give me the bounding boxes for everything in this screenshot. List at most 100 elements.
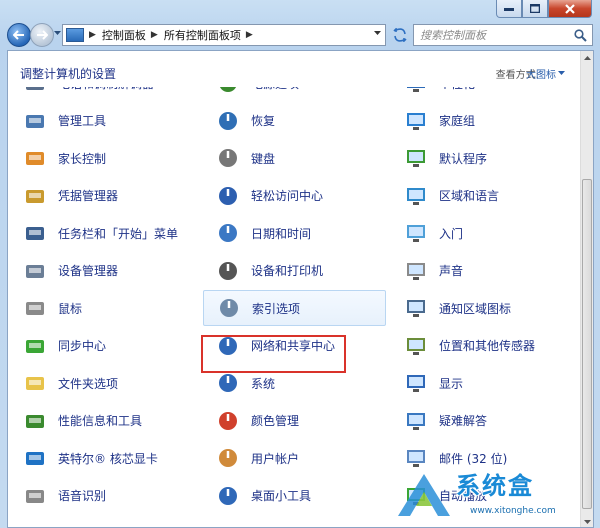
search-icon[interactable]	[574, 29, 587, 42]
control-panel-item-label: 桌面小工具	[251, 489, 312, 503]
control-panel-item[interactable]: 设备和打印机	[203, 253, 386, 289]
control-panel-item-label: 英特尔® 核芯显卡	[58, 451, 158, 466]
control-panel-item[interactable]: 声音	[391, 253, 574, 289]
control-panel-item-label: 系统	[251, 376, 276, 391]
control-panel-item[interactable]: 鼠标	[10, 290, 193, 326]
highlight-box	[201, 335, 346, 373]
control-panel-item-label: 声音	[439, 264, 464, 278]
control-panel-item[interactable]: 通知区域图标	[391, 290, 574, 326]
mouse-icon	[23, 296, 47, 320]
minimize-button[interactable]	[496, 0, 522, 18]
phone-modem-icon	[23, 87, 47, 95]
keyboard-icon	[216, 146, 240, 170]
sound-icon	[404, 259, 428, 283]
desktop-gadgets-icon	[216, 484, 240, 508]
control-panel-item[interactable]: 日期和时间	[203, 215, 386, 251]
minimize-icon	[504, 7, 514, 11]
date-time-icon	[216, 221, 240, 245]
arrow-right-icon	[37, 30, 48, 40]
control-panel-item[interactable]: 疑难解答	[391, 403, 574, 439]
devices-printers-icon	[216, 259, 240, 283]
control-panel-item[interactable]: 位置和其他传感器	[391, 328, 574, 364]
control-panel-item-label: 键盘	[251, 151, 276, 166]
control-panel-content: 调整计算机的设置 查看方式: 大图标 电话和调制解调器电源选项个性化管理工具恢复…	[7, 50, 594, 528]
region-language-icon	[404, 184, 428, 208]
scroll-up-icon	[583, 56, 591, 60]
control-panel-item-label: 日期和时间	[251, 226, 312, 241]
control-panel-item[interactable]: 文件夹选项	[10, 365, 193, 401]
close-icon	[565, 3, 575, 14]
control-panel-item-label: 默认程序	[439, 151, 488, 166]
control-panel-item-label: 恢复	[251, 114, 276, 128]
homegroup-icon	[404, 109, 428, 133]
arrow-left-icon	[13, 30, 24, 40]
control-panel-item[interactable]: 恢复	[203, 103, 386, 139]
address-bar[interactable]: ▶ 控制面板 ▶ 所有控制面板项 ▶	[62, 24, 386, 46]
refresh-button[interactable]	[389, 24, 411, 46]
notification-area-icon	[404, 296, 428, 320]
control-panel-item[interactable]: 个性化	[391, 87, 574, 101]
control-panel-item[interactable]: 家庭组	[391, 103, 574, 139]
control-panel-item[interactable]: 入门	[391, 215, 574, 251]
scrollbar-thumb[interactable]	[582, 179, 592, 509]
chevron-down-icon[interactable]	[558, 71, 565, 75]
performance-tools-icon	[23, 409, 47, 433]
control-panel-item-label: 颜色管理	[251, 414, 300, 428]
control-panel-item-label: 个性化	[439, 87, 475, 92]
control-panel-item-label: 轻松访问中心	[251, 189, 324, 203]
control-panel-item[interactable]: 家长控制	[10, 140, 193, 176]
control-panel-items: 电话和调制解调器 电源选项 个性化管理工具 恢复 家庭组家长控制 键盘 默认程序凭据管理器 轻…	[8, 87, 582, 527]
forward-button[interactable]	[30, 23, 54, 47]
control-panel-item-label: 家庭组	[439, 114, 476, 128]
control-panel-item-label: 设备管理器	[58, 264, 119, 278]
power-options-icon	[216, 87, 240, 95]
breadcrumb-separator-icon[interactable]: ▶	[89, 30, 96, 40]
parental-controls-icon	[23, 146, 47, 170]
control-panel-item[interactable]: 电源选项	[203, 87, 386, 101]
folder-options-icon	[23, 371, 47, 395]
control-panel-item[interactable]: 默认程序	[391, 140, 574, 176]
control-panel-item-label: 管理工具	[58, 114, 107, 128]
control-panel-item[interactable]: 索引选项	[203, 290, 386, 326]
back-button[interactable]	[7, 23, 31, 47]
control-panel-item-label: 入门	[439, 226, 464, 241]
personalization-icon	[404, 87, 428, 95]
control-panel-item-label: 鼠标	[58, 301, 83, 316]
control-panel-item[interactable]: 颜色管理	[203, 403, 386, 439]
control-panel-item-label: 文件夹选项	[58, 376, 119, 391]
control-panel-item[interactable]: 轻松访问中心	[203, 178, 386, 214]
control-panel-item[interactable]: 性能信息和工具	[10, 403, 193, 439]
breadcrumb-separator-icon[interactable]: ▶	[246, 30, 253, 40]
control-panel-item[interactable]: 电话和调制解调器	[10, 87, 193, 101]
control-panel-item[interactable]: 语音识别	[10, 478, 193, 514]
vertical-scrollbar[interactable]	[580, 51, 593, 527]
control-panel-item-label: 区域和语言	[439, 189, 500, 203]
control-panel-item-label: 性能信息和工具	[58, 414, 143, 428]
breadcrumb-all-items[interactable]: 所有控制面板项	[164, 27, 241, 43]
maximize-button[interactable]	[522, 0, 548, 18]
control-panel-item[interactable]: 键盘	[203, 140, 386, 176]
search-box[interactable]	[413, 24, 593, 46]
breadcrumb-separator-icon[interactable]: ▶	[151, 30, 158, 40]
search-input[interactable]	[420, 28, 570, 42]
control-panel-item[interactable]: 用户帐户	[203, 440, 386, 476]
scroll-up-button[interactable]	[581, 51, 593, 65]
control-panel-item[interactable]: 桌面小工具	[203, 478, 386, 514]
control-panel-item[interactable]: 设备管理器	[10, 253, 193, 289]
breadcrumb-control-panel[interactable]: 控制面板	[102, 27, 146, 43]
chevron-down-icon[interactable]	[374, 31, 381, 36]
control-panel-item[interactable]: 同步中心	[10, 328, 193, 364]
control-panel-item[interactable]: 英特尔® 核芯显卡	[10, 440, 193, 476]
recent-pages-dropdown[interactable]	[54, 31, 61, 36]
control-panel-item[interactable]: 任务栏和「开始」菜单	[10, 215, 193, 251]
control-panel-item[interactable]: 显示	[391, 365, 574, 401]
control-panel-item[interactable]: 凭据管理器	[10, 178, 193, 214]
control-panel-item[interactable]: 管理工具	[10, 103, 193, 139]
speech-recognition-icon	[23, 484, 47, 508]
view-by-dropdown[interactable]: 大图标	[526, 66, 556, 81]
control-panel-item[interactable]: 区域和语言	[391, 178, 574, 214]
control-panel-item-label: 索引选项	[252, 301, 301, 316]
window-frame: ▶ 控制面板 ▶ 所有控制面板项 ▶ 调整计算机的设置 查	[0, 0, 600, 528]
close-button[interactable]	[548, 0, 592, 18]
control-panel-item-label: 设备和打印机	[251, 264, 324, 278]
